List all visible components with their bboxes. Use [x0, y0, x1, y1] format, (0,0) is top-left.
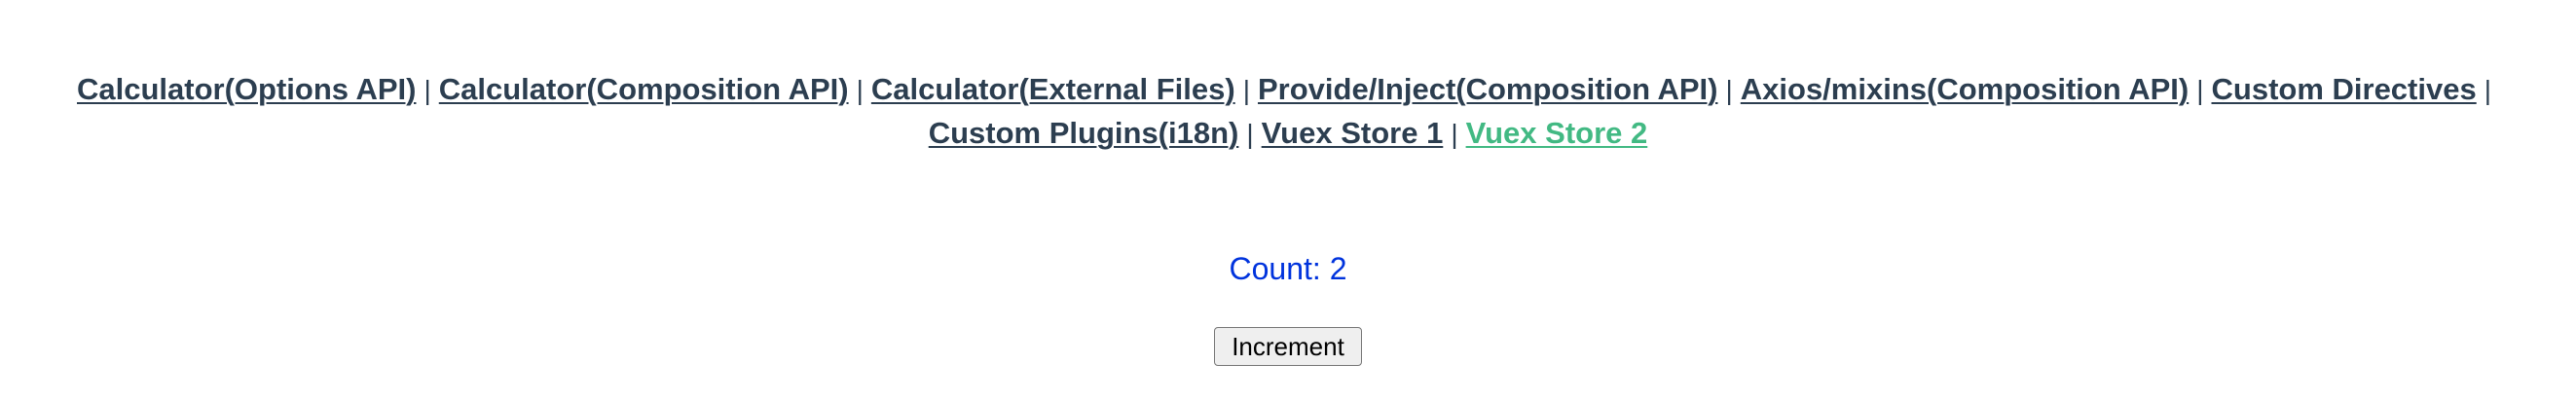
nav-link-custom-plugins[interactable]: Custom Plugins(i18n) [929, 116, 1239, 150]
nav-separator: | [1246, 119, 1254, 149]
nav-link-calculator-options-api[interactable]: Calculator(Options API) [77, 72, 416, 106]
nav-link-calculator-external-files[interactable]: Calculator(External Files) [871, 72, 1235, 106]
nav-link-vuex-store-1[interactable]: Vuex Store 1 [1262, 116, 1444, 150]
nav-separator: | [423, 75, 431, 105]
nav-link-calculator-composition-api[interactable]: Calculator(Composition API) [439, 72, 849, 106]
nav-link-vuex-store-2[interactable]: Vuex Store 2 [1466, 116, 1648, 150]
increment-button[interactable]: Increment [1214, 327, 1362, 366]
button-container: Increment [0, 327, 2576, 366]
router-nav: Calculator(Options API) | Calculator(Compo… [0, 68, 2576, 156]
nav-separator: | [1725, 75, 1733, 105]
nav-separator: | [2484, 75, 2491, 105]
nav-separator: | [1451, 119, 1458, 149]
nav-separator: | [1242, 75, 1250, 105]
count-display: Count: 2 [1229, 251, 1347, 286]
nav-link-provide-inject[interactable]: Provide/Inject(Composition API) [1258, 72, 1718, 106]
nav-link-axios-mixins[interactable]: Axios/mixins(Composition API) [1741, 72, 2189, 106]
nav-separator: | [856, 75, 864, 105]
nav-link-custom-directives[interactable]: Custom Directives [2212, 72, 2477, 106]
nav-separator: | [2196, 75, 2204, 105]
